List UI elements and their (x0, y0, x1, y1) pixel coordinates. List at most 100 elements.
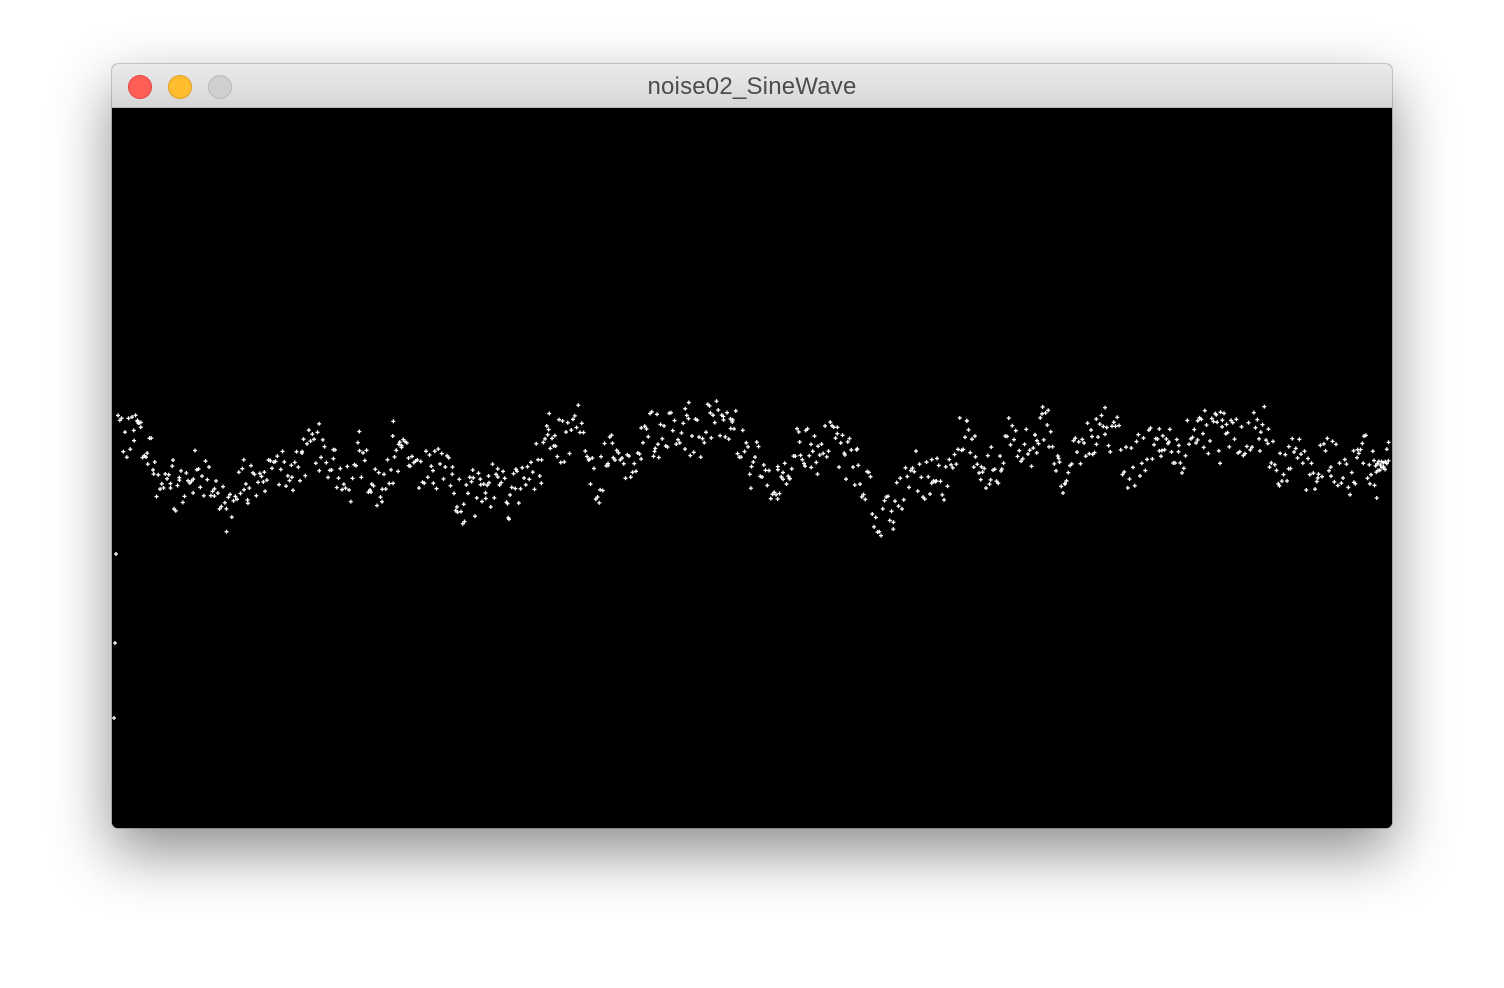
sketch-canvas[interactable] (112, 108, 1392, 828)
noise-point (1348, 492, 1352, 497)
noise-point (191, 490, 196, 495)
noise-point (1094, 417, 1099, 421)
noise-point (513, 486, 518, 491)
title-bar[interactable]: noise02_SineWave (112, 64, 1392, 108)
noise-point (880, 506, 885, 511)
noise-point (1370, 449, 1375, 454)
noise-point (838, 440, 843, 445)
noise-point (1367, 481, 1372, 486)
noise-point (245, 501, 250, 506)
noise-point (1017, 448, 1022, 453)
noise-point (639, 425, 644, 430)
noise-point (1031, 446, 1036, 450)
noise-point (1052, 461, 1057, 466)
noise-points-plot (112, 399, 1391, 720)
noise-point (383, 487, 388, 491)
noise-point (502, 476, 507, 481)
noise-point (543, 436, 547, 441)
noise-point (263, 489, 267, 494)
noise-point (541, 440, 546, 445)
noise-point (243, 481, 248, 486)
noise-point (289, 475, 294, 480)
noise-point (154, 494, 159, 499)
noise-point (1307, 472, 1312, 477)
noise-point (1047, 444, 1051, 449)
noise-point (1384, 447, 1389, 452)
noise-point (1358, 447, 1363, 452)
noise-point (1257, 436, 1261, 441)
noise-point (623, 476, 628, 481)
noise-point (168, 481, 173, 486)
noise-point (264, 478, 269, 483)
noise-point (391, 481, 395, 486)
noise-point (747, 472, 752, 477)
noise-point (905, 474, 910, 479)
noise-point (894, 480, 899, 485)
noise-point (334, 485, 339, 490)
noise-point (170, 464, 175, 469)
noise-point (159, 481, 164, 486)
noise-point (469, 479, 474, 484)
noise-point (837, 465, 841, 470)
noise-point (1215, 420, 1219, 425)
noise-point (1124, 445, 1128, 450)
noise-point (156, 472, 161, 477)
noise-point (396, 469, 400, 474)
noise-point (336, 476, 341, 481)
noise-point (726, 437, 731, 442)
noise-point (534, 441, 539, 446)
noise-point (912, 469, 917, 474)
noise-point (634, 469, 638, 474)
noise-point (698, 455, 703, 460)
noise-point (431, 481, 436, 486)
noise-point (450, 472, 455, 477)
noise-point (610, 441, 615, 446)
noise-point (947, 457, 952, 462)
noise-point (548, 446, 553, 451)
noise-point (917, 462, 922, 467)
noise-point (1117, 423, 1121, 428)
noise-point (852, 483, 857, 487)
noise-point (1132, 483, 1137, 488)
noise-point (261, 479, 266, 484)
noise-point (1328, 465, 1333, 470)
noise-point (1325, 436, 1330, 441)
noise-point (870, 512, 875, 516)
noise-point (429, 464, 434, 469)
noise-point (324, 460, 329, 465)
noise-point (901, 497, 906, 502)
noise-point (229, 515, 234, 520)
noise-point (987, 482, 992, 487)
noise-point (1251, 410, 1256, 415)
noise-point (919, 475, 924, 480)
noise-point (364, 448, 369, 453)
noise-point (956, 447, 960, 452)
noise-point (966, 427, 971, 432)
noise-point (809, 465, 814, 470)
noise-point (1115, 415, 1120, 420)
noise-point (132, 438, 137, 443)
noise-point (357, 429, 362, 434)
noise-point (1022, 442, 1027, 447)
noise-point (1292, 450, 1296, 454)
noise-point (572, 413, 577, 418)
noise-point (691, 450, 696, 455)
noise-point (168, 486, 173, 490)
noise-point (1143, 468, 1148, 473)
noise-point (1386, 440, 1391, 445)
noise-point (655, 412, 659, 417)
noise-point (1110, 424, 1114, 429)
noise-point (1360, 441, 1365, 446)
noise-point (439, 451, 444, 456)
noise-point (1306, 456, 1310, 461)
noise-point (1185, 418, 1190, 423)
noise-point (712, 420, 717, 425)
noise-point (943, 464, 948, 469)
noise-point (240, 466, 245, 471)
noise-point (1157, 426, 1162, 431)
noise-point (130, 415, 134, 419)
noise-point (565, 420, 570, 425)
noise-point (438, 461, 442, 466)
noise-point (348, 499, 353, 504)
noise-point (1320, 474, 1324, 479)
